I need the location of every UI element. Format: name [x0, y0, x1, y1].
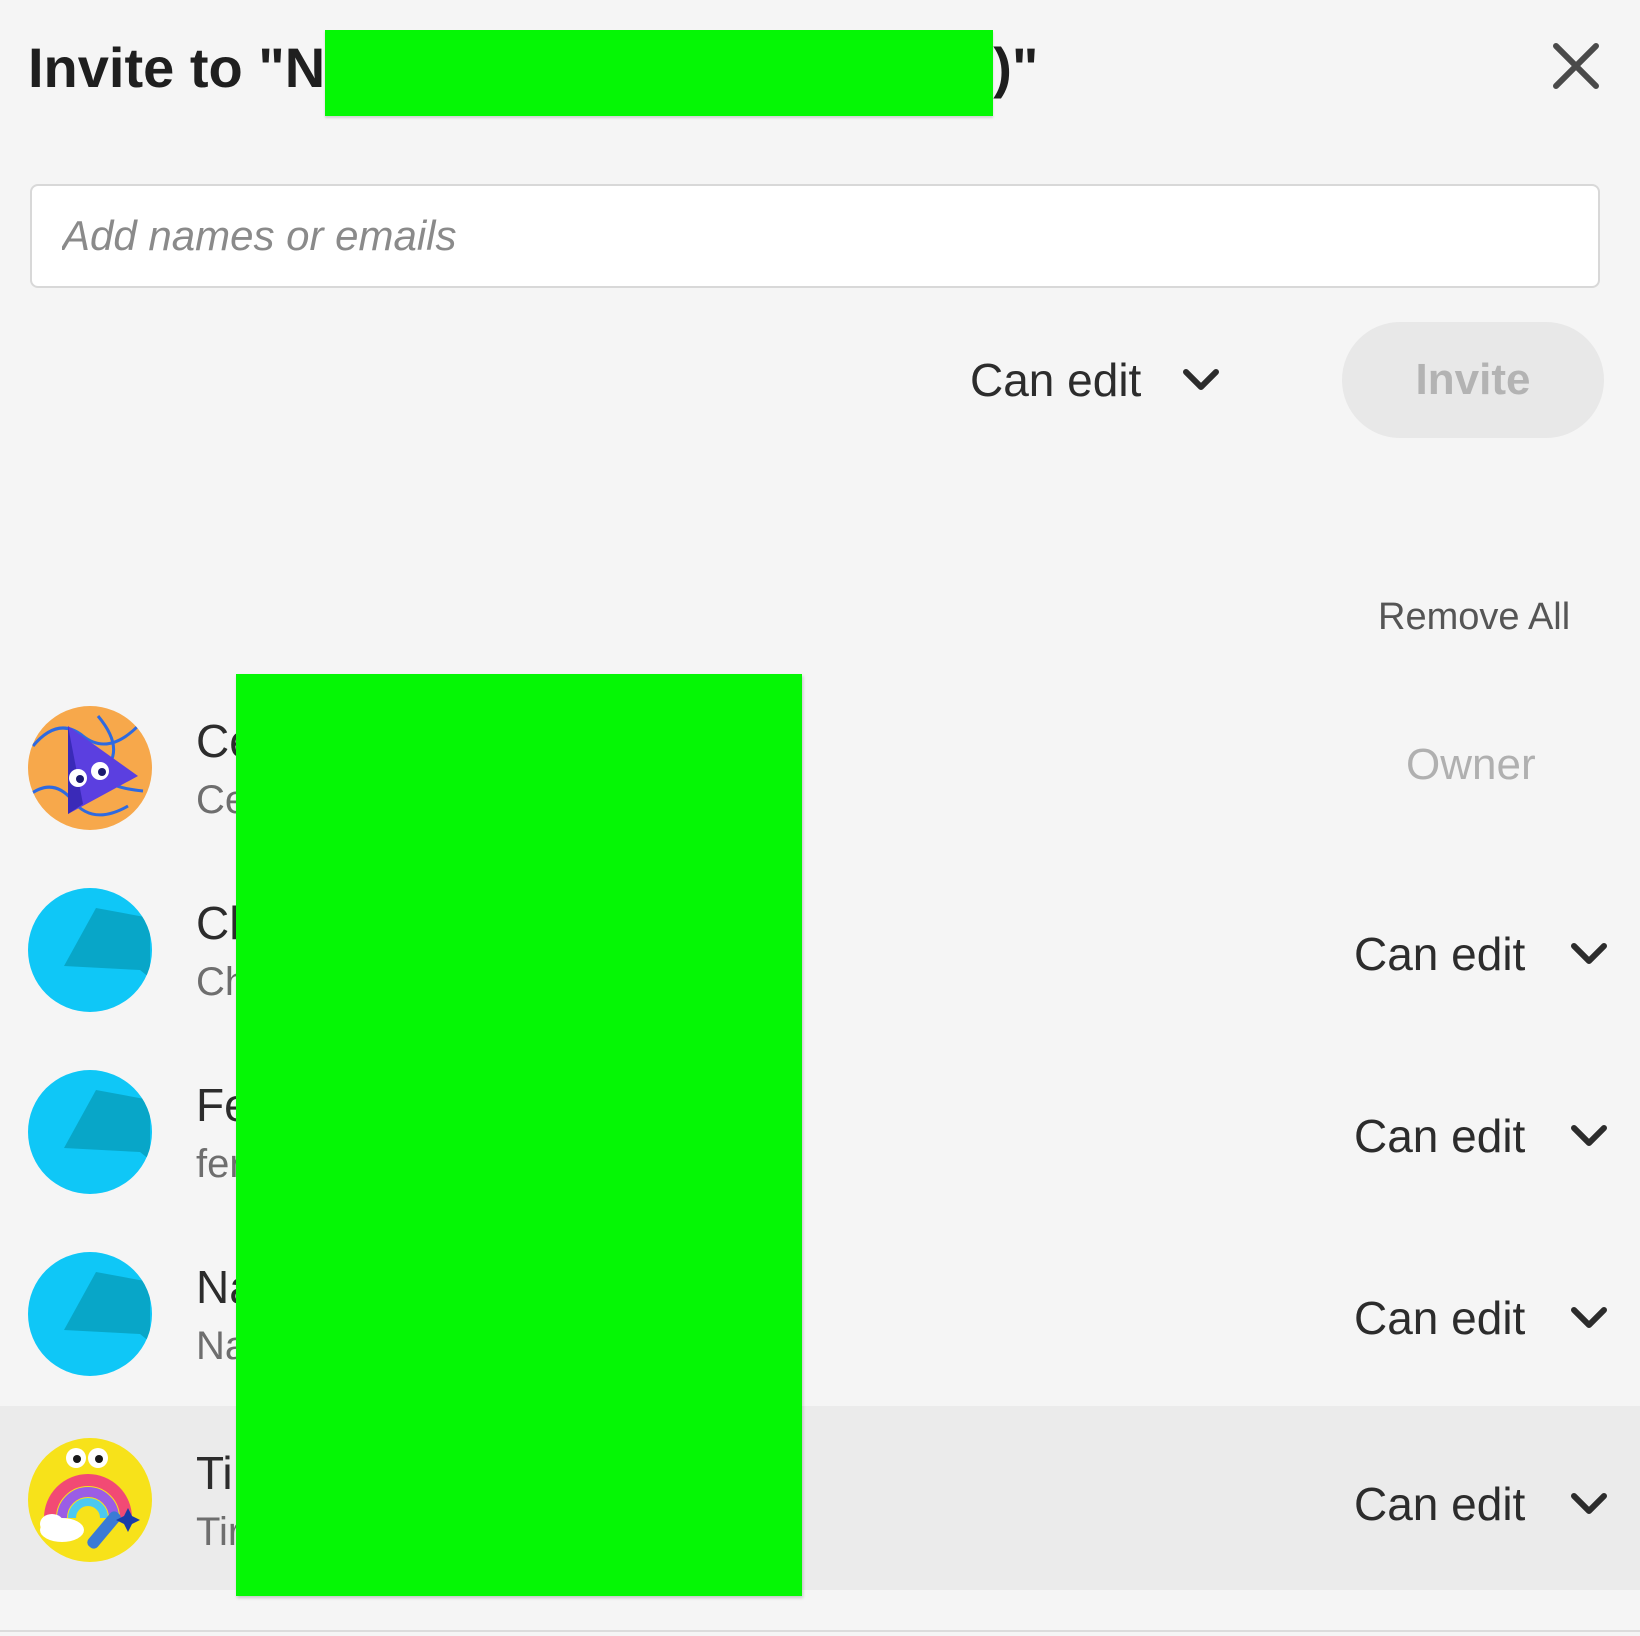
- member-role-owner: Owner: [1406, 740, 1536, 789]
- avatar: [28, 1438, 152, 1562]
- member-permission-label: Can edit: [1354, 1292, 1526, 1344]
- names-emails-field[interactable]: [30, 184, 1600, 288]
- chevron-down-icon: [1571, 943, 1608, 964]
- chevron-down-icon: [1183, 369, 1220, 390]
- member-permission-dropdown[interactable]: Can edit: [1354, 1474, 1609, 1534]
- member-permission-label: Can edit: [1354, 1478, 1526, 1530]
- default-avatar-icon: [28, 1070, 152, 1194]
- chevron-down-icon: [1571, 1493, 1608, 1514]
- chevron-down-icon: [1571, 1125, 1608, 1146]
- invite-permission-dropdown[interactable]: Can edit: [970, 340, 1221, 420]
- dialog-title-prefix: Invite to "N: [28, 36, 326, 99]
- invite-button[interactable]: Invite: [1342, 322, 1604, 438]
- rainbow-character-avatar-icon: [28, 1438, 152, 1562]
- member-permission-dropdown[interactable]: Can edit: [1354, 1106, 1609, 1166]
- avatar: [28, 1252, 152, 1376]
- names-emails-input[interactable]: [32, 186, 1598, 286]
- dialog-title: Invite to "N )": [28, 28, 1039, 116]
- member-permission-dropdown[interactable]: Can edit: [1354, 924, 1609, 984]
- close-button[interactable]: [1548, 38, 1604, 94]
- default-avatar-icon: [28, 888, 152, 1012]
- close-icon: [1553, 43, 1599, 89]
- member-permission-label: Can edit: [1354, 1110, 1526, 1162]
- redaction-block: [325, 30, 994, 116]
- divider: [0, 1630, 1640, 1632]
- member-name: Ti: [196, 1447, 233, 1499]
- redaction-block: [236, 674, 802, 1596]
- member-permission-dropdown[interactable]: Can edit: [1354, 1288, 1609, 1348]
- remove-all-link[interactable]: Remove All: [1378, 596, 1570, 639]
- dialog-title-suffix: )": [993, 36, 1039, 99]
- member-email: Tir: [196, 1510, 242, 1554]
- member-permission-label: Can edit: [1354, 928, 1526, 980]
- chevron-down-icon: [1571, 1307, 1608, 1328]
- cursor-character-avatar-icon: [28, 706, 152, 830]
- avatar: [28, 1070, 152, 1194]
- avatar: [28, 888, 152, 1012]
- invite-permission-label: Can edit: [970, 354, 1142, 406]
- avatar: [28, 706, 152, 830]
- default-avatar-icon: [28, 1252, 152, 1376]
